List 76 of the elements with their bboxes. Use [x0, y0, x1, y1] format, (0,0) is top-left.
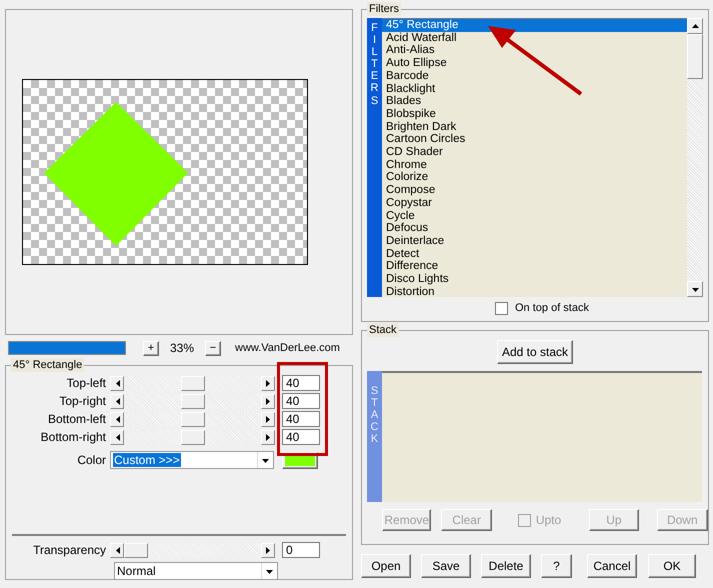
group-title: Filters	[367, 2, 401, 16]
right-arrow-icon[interactable]	[264, 434, 272, 440]
list-item[interactable]: Colorize	[382, 171, 687, 184]
list-item[interactable]: Defocus	[382, 222, 687, 235]
value-field[interactable]: 40	[282, 429, 320, 445]
right-arrow-icon[interactable]	[264, 398, 272, 404]
left-arrow-icon[interactable]	[114, 546, 120, 554]
zoom-out-button[interactable]: −	[205, 340, 221, 356]
zoom-in-button[interactable]: +	[143, 340, 159, 356]
checkbox[interactable]	[495, 302, 508, 315]
list-item[interactable]: Detect	[382, 248, 687, 260]
transparency-label: Transparency	[32, 544, 107, 556]
dialog-button[interactable]: Open	[361, 554, 411, 578]
value-field[interactable]: 40	[282, 411, 320, 427]
slider-thumb[interactable]	[180, 376, 204, 390]
list-item[interactable]: Distortion	[382, 286, 687, 297]
checkbox-label: On top of stack	[515, 302, 589, 315]
dropdown-arrow-icon[interactable]	[266, 568, 273, 574]
scroll-up-icon[interactable]	[692, 22, 698, 30]
filter-list[interactable]	[382, 18, 687, 297]
list-item[interactable]: Acid Waterfall	[382, 32, 687, 44]
list-item[interactable]: Blades	[382, 95, 687, 108]
left-arrow-icon[interactable]	[114, 398, 120, 404]
list-item[interactable]: Brighten Dark	[382, 120, 687, 134]
slider-label: Bottom-right	[40, 430, 107, 444]
slider-label: Top-left	[66, 376, 107, 390]
slider-label: Top-right	[58, 394, 107, 408]
color-label: Color	[76, 454, 107, 466]
list-item[interactable]: Chrome	[382, 158, 687, 172]
list-item[interactable]: CD Shader	[382, 146, 687, 159]
list-item[interactable]: Cycle	[382, 210, 687, 222]
list-item[interactable]: Compose	[382, 184, 687, 197]
dialog-button[interactable]: ?	[541, 554, 572, 578]
list-item[interactable]: Blobspike	[382, 108, 687, 121]
list-item[interactable]: Barcode	[382, 70, 687, 83]
value-field[interactable]: 40	[282, 375, 320, 391]
left-arrow-icon[interactable]	[114, 416, 120, 422]
right-arrow-icon[interactable]	[264, 380, 272, 386]
list-item[interactable]: Disco Lights	[382, 273, 687, 286]
list-item[interactable]: Cartoon Circles	[382, 133, 687, 146]
blend-mode-dropdown[interactable]: Normal	[114, 562, 278, 580]
dialog-button[interactable]: Delete	[481, 554, 531, 578]
dropdown-arrow-icon[interactable]	[262, 456, 269, 464]
dialog-button[interactable]: Cancel	[587, 554, 637, 578]
slider-thumb[interactable]	[180, 412, 204, 426]
slider-thumb[interactable]	[180, 430, 204, 444]
website-link[interactable]: www.VanDerLee.com	[235, 342, 340, 354]
zoom-level: 33%	[168, 342, 196, 354]
value-field[interactable]: 40	[282, 393, 320, 409]
add-to-stack-button[interactable]: Add to stack	[497, 340, 573, 364]
scroll-thumb[interactable]	[687, 34, 703, 79]
vertical-label: STACK	[370, 385, 378, 446]
list-item[interactable]: Auto Ellipse	[382, 57, 687, 70]
slider-thumb[interactable]	[180, 394, 204, 408]
list-item[interactable]: Deinterlace	[382, 234, 687, 248]
group-title: Stack	[367, 323, 399, 337]
dialog-button[interactable]: Save	[421, 554, 471, 578]
vertical-label: FILTERS	[370, 22, 378, 107]
list-item[interactable]: Copystar	[382, 196, 687, 210]
right-arrow-icon[interactable]	[264, 416, 272, 422]
slider-thumb[interactable]	[124, 542, 148, 558]
slider-label: Bottom-left	[46, 412, 107, 426]
scroll-down-icon[interactable]	[692, 286, 698, 292]
list-item[interactable]: Anti-Alias	[382, 44, 687, 58]
dialog-button[interactable]: OK	[648, 554, 696, 578]
list-item[interactable]: 45° Rectangle	[382, 19, 687, 32]
checkbox-label: Upto	[536, 514, 562, 526]
group-title: 45° Rectangle	[11, 358, 84, 372]
right-arrow-icon[interactable]	[264, 546, 272, 554]
color-dropdown[interactable]: Custom >>>	[110, 451, 274, 469]
left-arrow-icon[interactable]	[114, 380, 120, 386]
scrollbar[interactable]	[687, 18, 703, 297]
value-field[interactable]: 0	[282, 542, 320, 558]
list-item[interactable]: Blacklight	[382, 82, 687, 96]
list-item[interactable]: Difference	[382, 260, 687, 274]
left-arrow-icon[interactable]	[114, 434, 120, 440]
